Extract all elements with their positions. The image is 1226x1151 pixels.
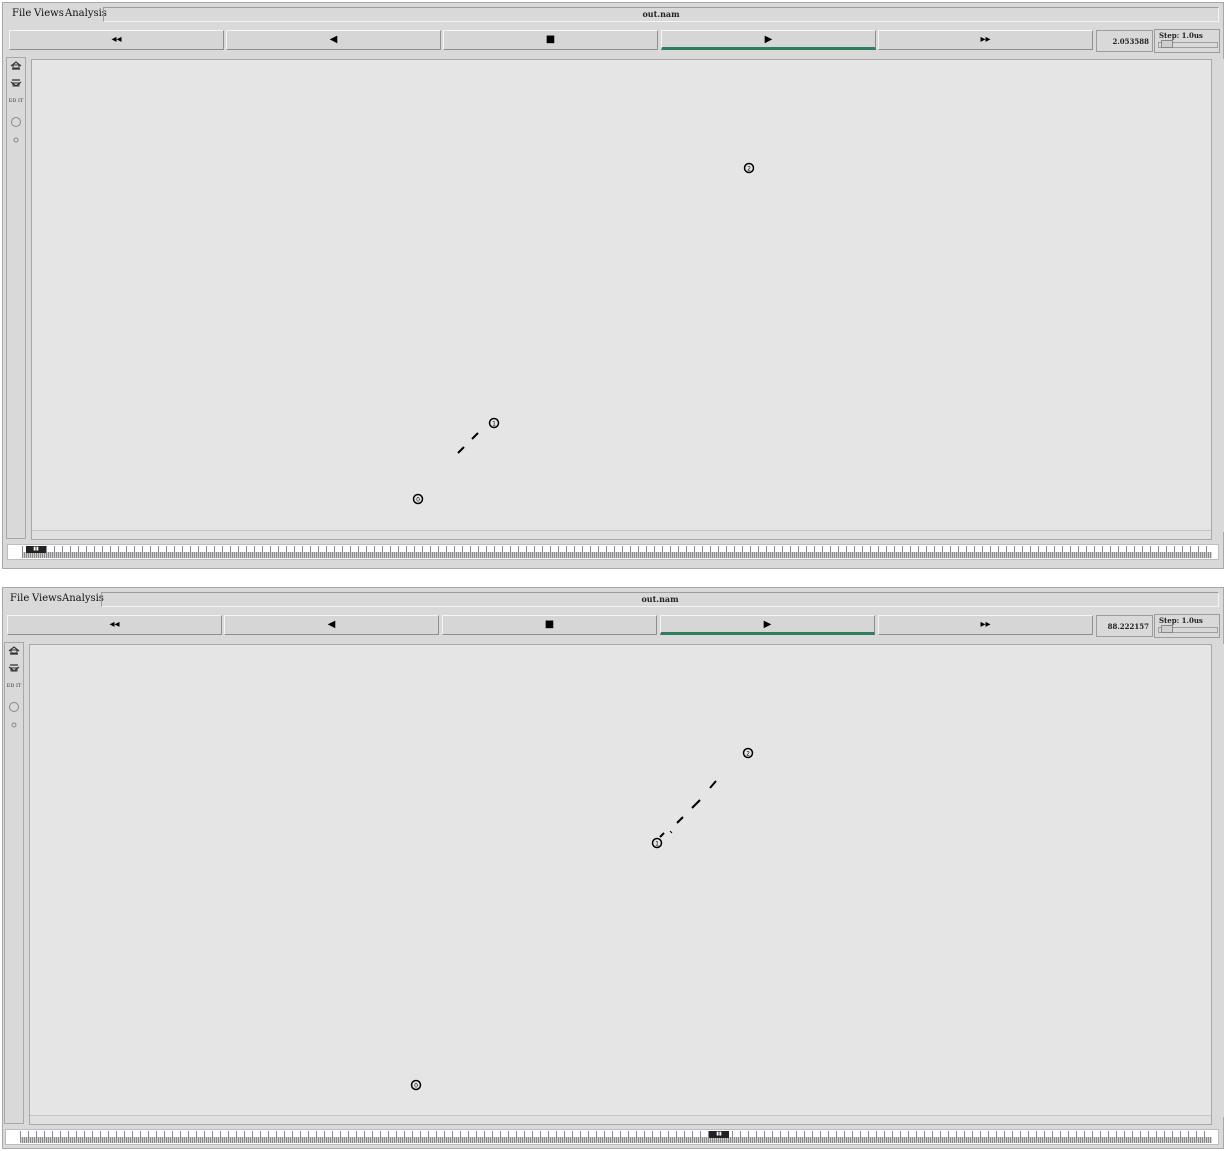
packet [457, 446, 465, 454]
step-slider[interactable] [1158, 625, 1218, 633]
node-1[interactable]: 1 [651, 837, 663, 849]
menu-views[interactable]: Views [32, 593, 62, 604]
vertical-scrollbar[interactable] [1214, 59, 1224, 532]
packet [676, 816, 684, 824]
fast-forward-button[interactable]: ▸▸ [878, 30, 1093, 50]
menu-views[interactable]: Views [34, 8, 64, 19]
circle-tool-icon[interactable] [6, 701, 22, 717]
timeline-marker[interactable]: ▮▮ [709, 1131, 729, 1138]
network-drawing: 2 1 0 [410, 747, 754, 1091]
menu-bar: File Views Analysis out.nam [3, 3, 1223, 25]
packet [471, 432, 479, 440]
packet [659, 832, 665, 838]
stop-button[interactable]: ■ [443, 30, 658, 50]
step-label: Step: 1.0us [1159, 31, 1203, 40]
vertical-scrollbar[interactable] [1214, 644, 1224, 1117]
node-2[interactable]: 2 [743, 162, 755, 174]
rewind-button[interactable]: ◂◂ [9, 30, 224, 50]
tool-palette: ED IT [4, 642, 24, 1124]
timeline-slider[interactable]: ▮▮ [5, 1129, 1219, 1145]
network-canvas[interactable]: 2 1 0 [31, 59, 1212, 540]
time-display: 88.222157 [1096, 615, 1153, 637]
node-2[interactable]: 2 [742, 747, 754, 759]
stop-button[interactable]: ■ [442, 615, 657, 635]
step-slider-handle[interactable] [1161, 40, 1173, 48]
node-label: 2 [747, 166, 751, 173]
menu-file[interactable]: File [10, 593, 29, 604]
step-label: Step: 1.0us [1159, 616, 1203, 625]
step-slider-handle[interactable] [1161, 625, 1173, 633]
timeline-marker[interactable]: ▮▮ [26, 546, 46, 553]
rewind-button[interactable]: ◂◂ [7, 615, 222, 635]
step-back-button[interactable]: ◀ [224, 615, 439, 635]
horizontal-scrollbar[interactable] [30, 1115, 1211, 1124]
timeline-bar [22, 552, 1212, 558]
small-circle-tool-icon[interactable] [8, 134, 24, 150]
zoom-in-icon[interactable] [6, 645, 22, 661]
step-back-button[interactable]: ◀ [226, 30, 441, 50]
menu-bar: File Views Analysis out.nam [3, 588, 1223, 610]
file-title: out.nam [103, 7, 1219, 22]
node-label: 0 [414, 1083, 418, 1090]
menu-analysis[interactable]: Analysis [65, 8, 107, 19]
node-0[interactable]: 0 [410, 1079, 422, 1091]
packet-trail [457, 432, 479, 454]
node-0[interactable]: 0 [412, 493, 424, 505]
zoom-out-icon[interactable] [8, 78, 24, 94]
network-drawing: 2 1 0 [412, 162, 755, 505]
tool-palette: ED IT [6, 57, 26, 539]
packet [709, 780, 717, 789]
network-canvas[interactable]: 2 1 0 [29, 644, 1212, 1125]
zoom-in-icon[interactable] [8, 60, 24, 76]
menu-file[interactable]: File [12, 8, 31, 19]
nam-window-1: File Views Analysis out.nam ◂◂ ◀ ■ ▶ ▸▸ … [2, 2, 1224, 569]
node-1[interactable]: 1 [488, 417, 500, 429]
step-control[interactable]: Step: 1.0us [1154, 614, 1220, 638]
packet-trail [659, 780, 717, 838]
packet [669, 830, 673, 834]
small-circle-tool-icon[interactable] [6, 719, 22, 735]
zoom-out-icon[interactable] [6, 663, 22, 679]
step-slider[interactable] [1158, 40, 1218, 48]
node-label: 1 [655, 841, 659, 848]
menu-analysis[interactable]: Analysis [62, 593, 104, 604]
edit-tool-button[interactable]: ED IT [6, 681, 22, 699]
edit-tool-button[interactable]: ED IT [8, 96, 24, 114]
fast-forward-button[interactable]: ▸▸ [878, 615, 1093, 635]
node-label: 2 [746, 751, 750, 758]
node-label: 1 [492, 421, 496, 428]
packet [691, 799, 701, 809]
step-control[interactable]: Step: 1.0us [1154, 29, 1220, 53]
time-display: 2.053588 [1096, 30, 1153, 52]
play-button[interactable]: ▶ [660, 615, 875, 635]
horizontal-scrollbar[interactable] [32, 530, 1211, 539]
timeline-bar [20, 1137, 1212, 1143]
node-label: 0 [416, 497, 420, 504]
circle-tool-icon[interactable] [8, 116, 24, 132]
file-title: out.nam [101, 592, 1219, 607]
nam-window-2: File Views Analysis out.nam ◂◂ ◀ ■ ▶ ▸▸ … [2, 587, 1224, 1149]
timeline-slider[interactable]: ▮▮ [7, 544, 1219, 560]
play-button[interactable]: ▶ [661, 30, 876, 50]
